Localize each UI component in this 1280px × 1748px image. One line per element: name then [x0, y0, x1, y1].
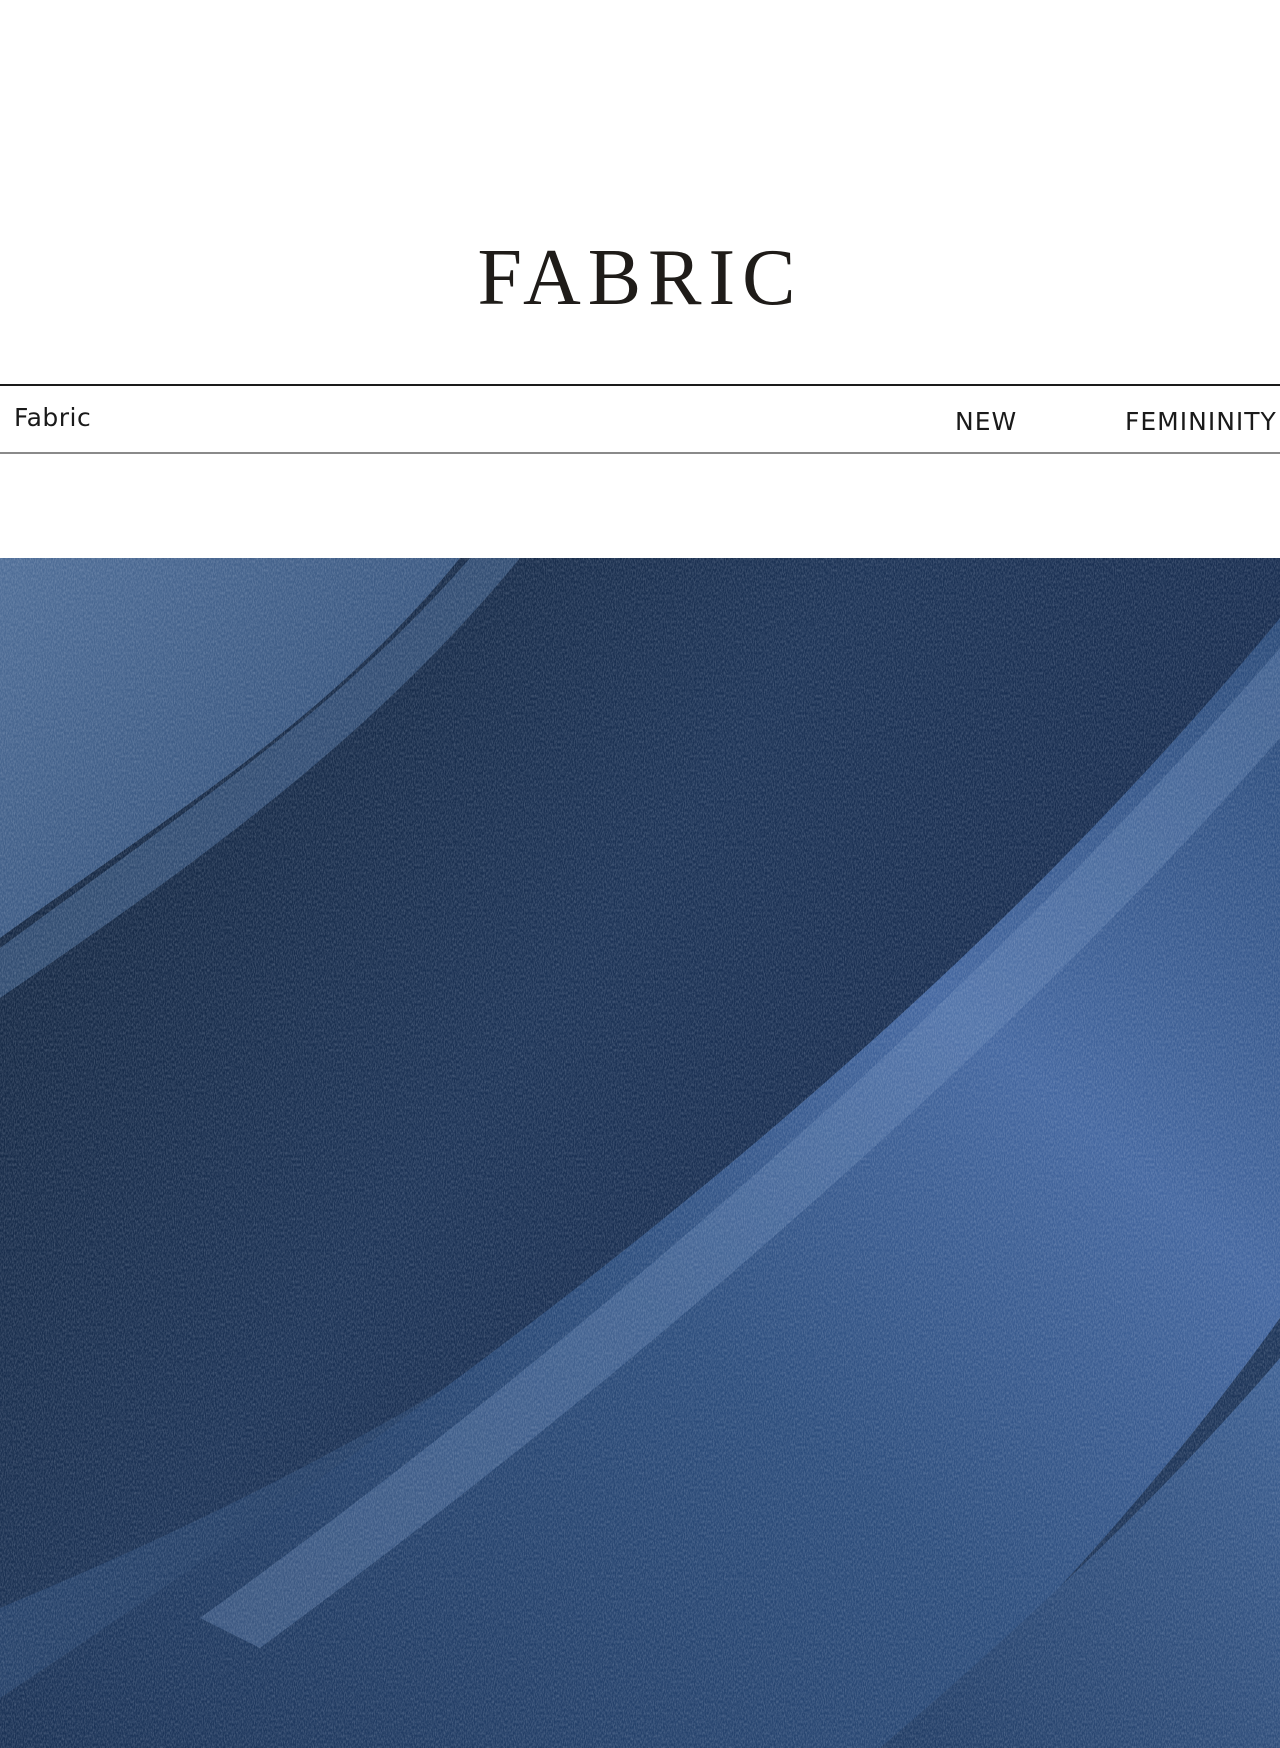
info-bar: Fabric NEW FEMININITY — [0, 384, 1280, 454]
bar-label-fabric: Fabric — [14, 403, 92, 432]
denim-fabric-image — [0, 558, 1280, 1748]
denim-grain-texture — [0, 558, 1280, 1748]
denim-fabric-photo — [0, 558, 1280, 1748]
bar-label-femininity: FEMININITY — [1125, 407, 1277, 436]
bar-label-new: NEW — [955, 407, 1018, 436]
page-title: FABRIC — [477, 234, 803, 322]
